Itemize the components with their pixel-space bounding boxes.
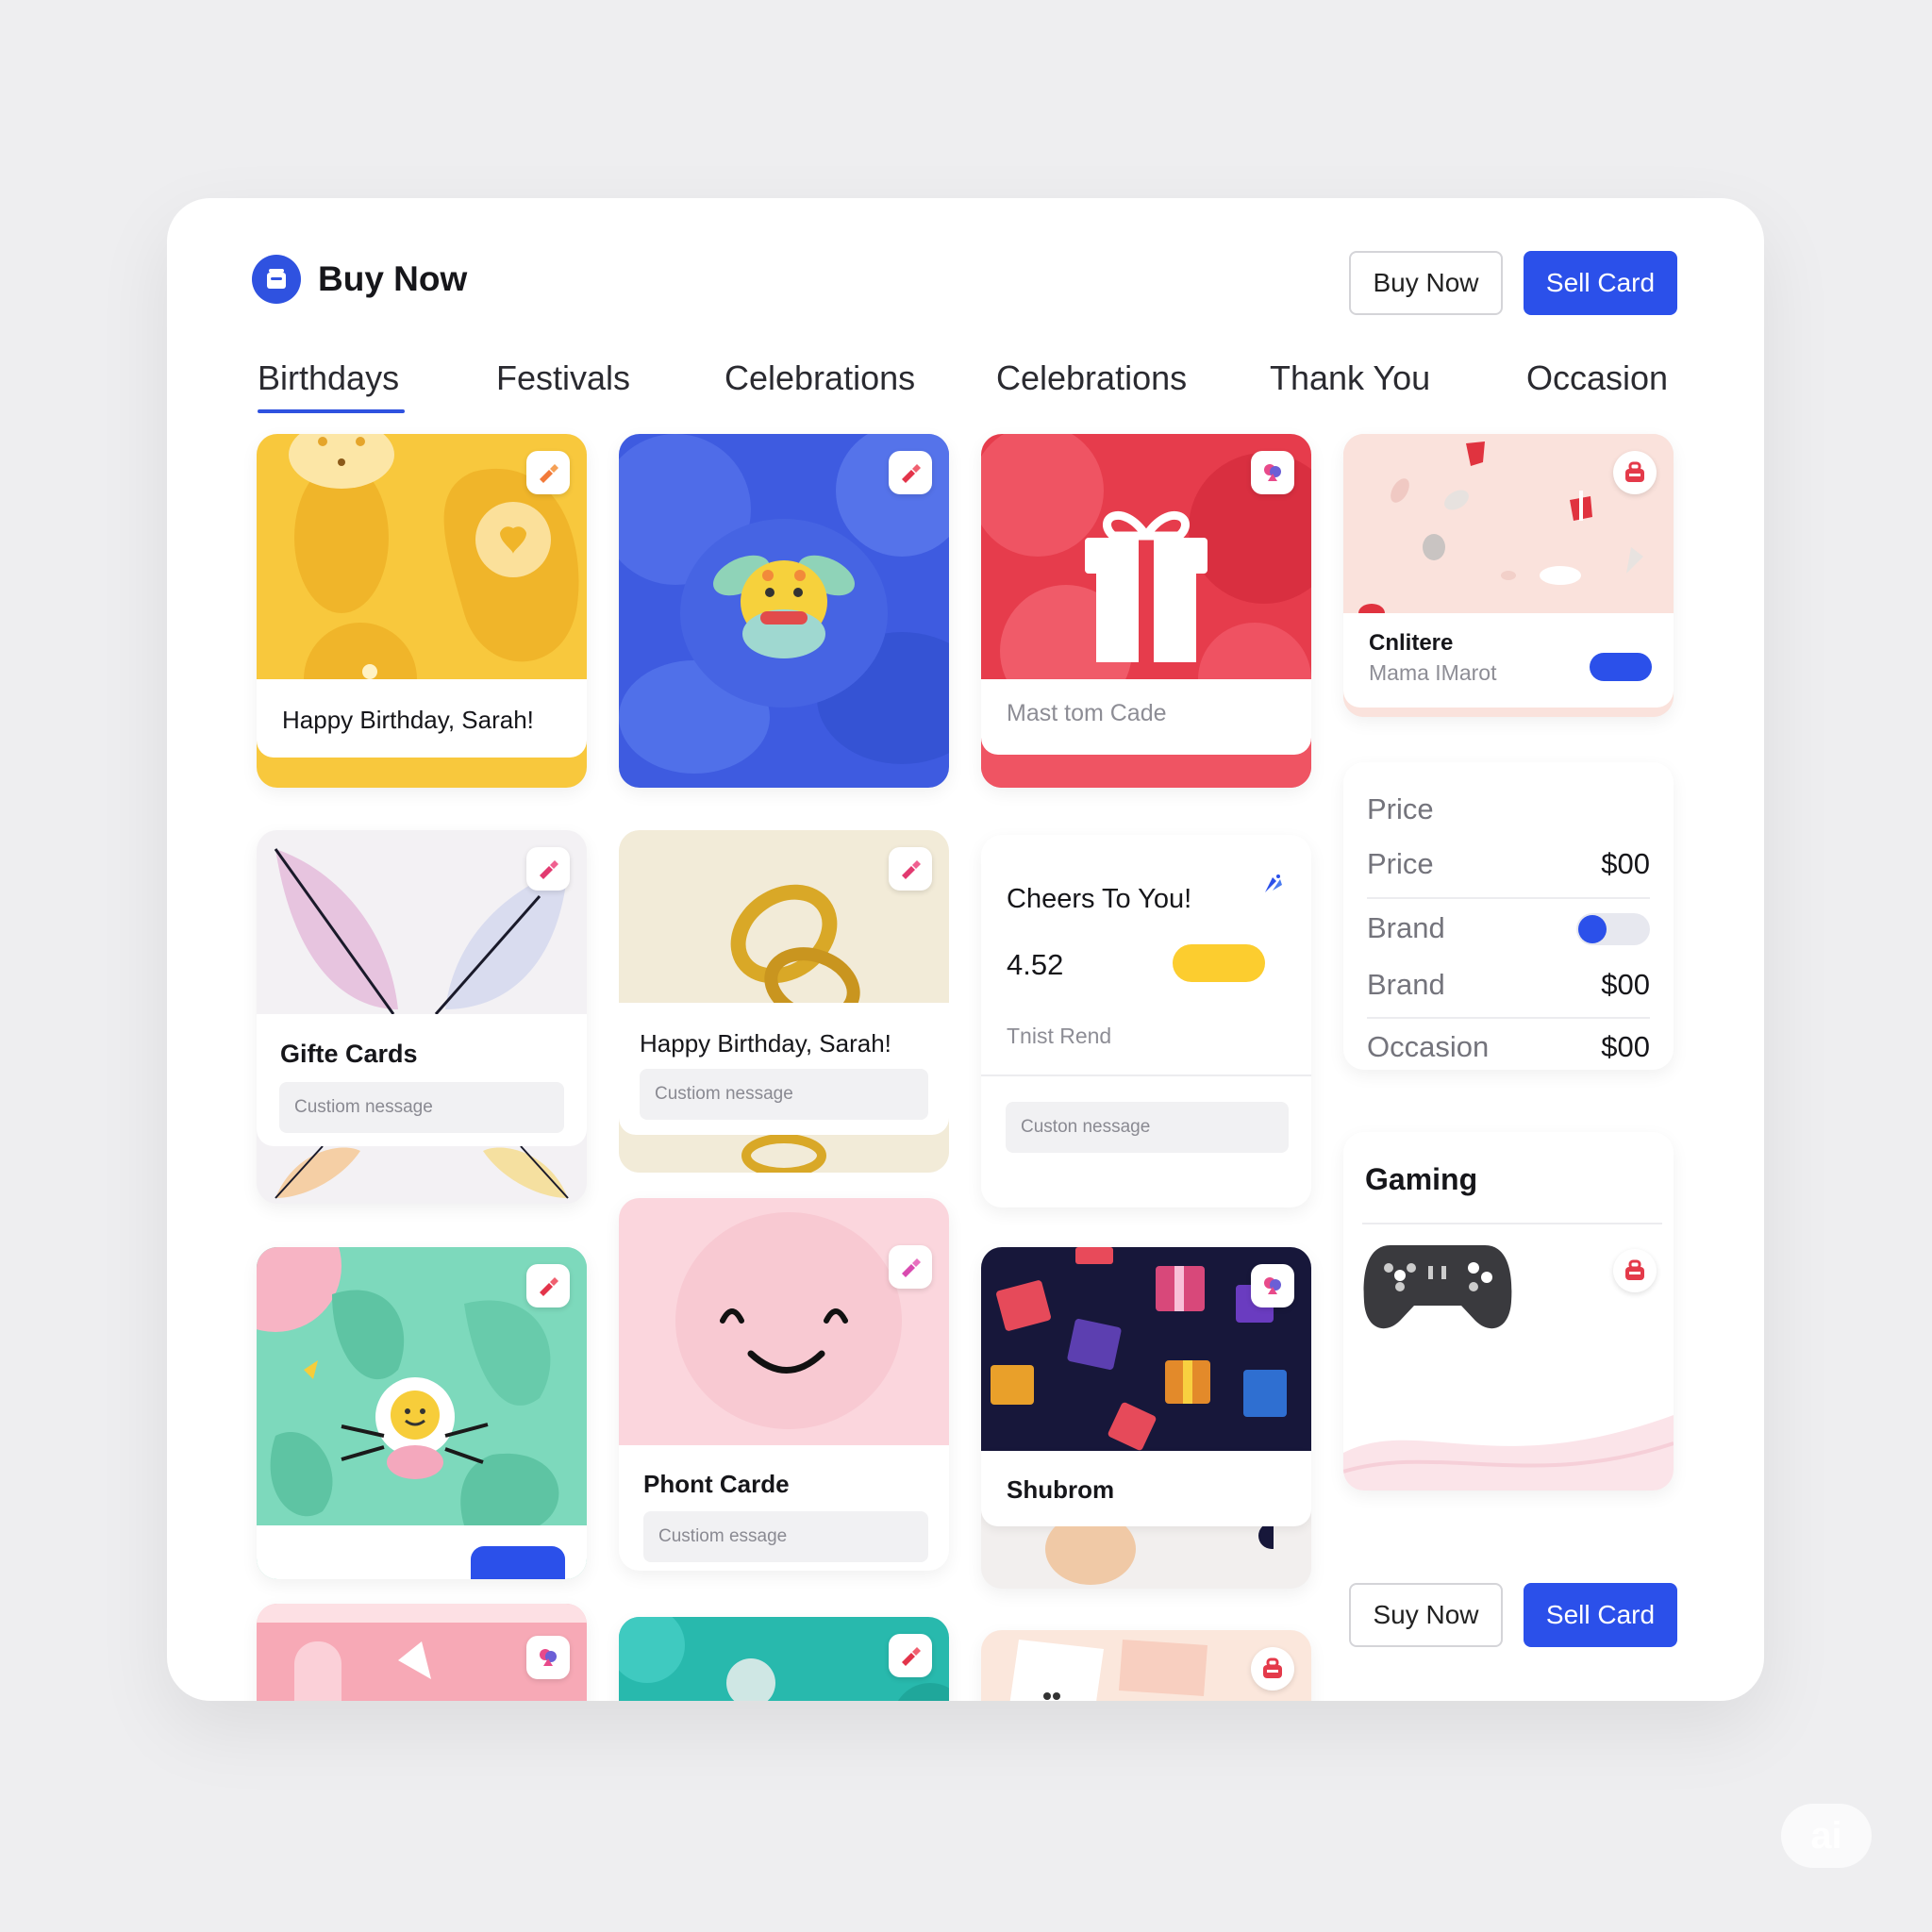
tab-celebrations[interactable]: Celebrations: [724, 358, 915, 398]
divider: [1367, 897, 1650, 899]
divider: [1367, 1017, 1650, 1019]
custom-message-input[interactable]: [279, 1082, 564, 1133]
main-panel: Buy Now Buy Now Sell Card Birthdays Fest…: [167, 198, 1764, 1701]
divider: [1362, 1223, 1662, 1224]
bouquet-icon[interactable]: [1251, 451, 1294, 494]
smile-illustration: [619, 1198, 949, 1445]
card-info: Cnlitere Mama IMarot: [1343, 613, 1674, 708]
gift-pattern-card[interactable]: Shubrom: [981, 1247, 1311, 1589]
brand-toggle[interactable]: [1576, 913, 1650, 945]
card-title: Gaming: [1365, 1162, 1478, 1196]
card-subtitle: Mast tom Cade: [1007, 700, 1167, 726]
brand[interactable]: Buy Now: [252, 255, 467, 304]
card-info: [257, 1525, 587, 1579]
bouquet-icon[interactable]: [1251, 1264, 1294, 1307]
brush-icon[interactable]: [526, 1264, 570, 1307]
summary-value: $00: [1601, 847, 1650, 880]
card-title: Cnlitere: [1369, 630, 1454, 656]
custom-message-input[interactable]: [643, 1511, 928, 1562]
summary-label: Price: [1367, 847, 1434, 880]
green-friend-card[interactable]: [257, 1247, 587, 1579]
pink-confetti-card[interactable]: Cnlitere Mama IMarot: [1343, 434, 1674, 717]
card-subtitle: Tnist Rend: [1007, 1024, 1112, 1048]
shop-bag-icon: [252, 255, 301, 304]
tab-thank-you[interactable]: Thank You: [1270, 358, 1430, 398]
blue-character-card[interactable]: [619, 434, 949, 788]
tab-festivals[interactable]: Festivals: [496, 358, 630, 398]
rating-value: 4.52: [1007, 948, 1064, 981]
confetti-icon[interactable]: [1251, 863, 1294, 907]
brush-icon[interactable]: [526, 847, 570, 891]
red-gift-card[interactable]: Mast tom Cade: [981, 434, 1311, 788]
summary-label: Brand: [1367, 911, 1445, 944]
summary-value: $00: [1601, 1030, 1650, 1063]
teal-card-partial[interactable]: [619, 1617, 949, 1701]
gift-box-icon[interactable]: [1613, 1249, 1657, 1292]
smile-card[interactable]: Phont Carde: [619, 1198, 949, 1571]
card-title: Phont Carde: [643, 1470, 790, 1498]
tab-occasion[interactable]: Occasion: [1526, 358, 1668, 398]
feather-card[interactable]: Gifte Cards: [257, 830, 587, 1204]
select-pill[interactable]: [1590, 653, 1652, 681]
brush-icon[interactable]: [889, 847, 932, 891]
gift-box-icon[interactable]: [1251, 1647, 1294, 1690]
divider: [981, 1074, 1311, 1076]
pink-card-partial[interactable]: [257, 1604, 587, 1701]
tab-celebrations-2[interactable]: Celebrations: [996, 358, 1187, 398]
card-title: Shubrom: [1007, 1475, 1115, 1504]
peach-card-partial[interactable]: [981, 1630, 1311, 1701]
peek-illustration: [1045, 1526, 1274, 1585]
gamepad-icon: [1363, 1245, 1512, 1329]
toggle-knob: [1578, 915, 1607, 943]
card-info: Gifte Cards: [257, 1014, 587, 1146]
sell-card-button[interactable]: Sell Card: [1524, 251, 1677, 315]
card-info: Mast tom Cade: [981, 679, 1311, 755]
brand-title: Buy Now: [318, 259, 468, 298]
select-pill[interactable]: [471, 1546, 565, 1579]
summary-label: Brand: [1367, 968, 1445, 1001]
wave-decoration: [1343, 1415, 1674, 1491]
card-title: Cheers To You!: [1007, 884, 1192, 914]
card-title: Happy Birthday, Sarah!: [640, 1029, 891, 1058]
custom-message-input[interactable]: [640, 1069, 928, 1120]
bouquet-icon[interactable]: [526, 1636, 570, 1679]
summary-value: $00: [1601, 968, 1650, 1001]
summary-label: Occasion: [1367, 1030, 1490, 1063]
price-summary-card: Price Price $00 Brand Brand $00 Occasion…: [1343, 762, 1674, 1070]
gift-box-icon[interactable]: [1613, 451, 1657, 494]
card-title: Happy Birthday, Sarah!: [282, 706, 534, 734]
brush-icon[interactable]: [526, 451, 570, 494]
card-info: Shubrom: [981, 1451, 1311, 1526]
cheers-card[interactable]: Cheers To You! 4.52 Tnist Rend: [981, 835, 1311, 1208]
brush-icon[interactable]: [889, 1634, 932, 1677]
gaming-card[interactable]: Gaming: [1343, 1132, 1674, 1491]
brush-icon[interactable]: [889, 1245, 932, 1289]
watermark-badge: ai: [1781, 1804, 1872, 1868]
buy-now-button[interactable]: Buy Now: [1349, 251, 1503, 315]
card-info: Happy Birthday, Sarah!: [619, 1003, 949, 1135]
custom-message-input[interactable]: [1006, 1102, 1289, 1153]
summary-heading: Price: [1367, 792, 1434, 825]
sell-card-button-footer[interactable]: Sell Card: [1524, 1583, 1677, 1647]
brush-icon[interactable]: [889, 451, 932, 494]
card-title: Gifte Cards: [280, 1040, 418, 1068]
active-tab-indicator: [258, 409, 405, 413]
gold-rings-image: Happy Birthday, Sarah!: [619, 830, 949, 1173]
birthday-card[interactable]: Happy Birthday, Sarah!: [257, 434, 587, 788]
buy-now-button-footer[interactable]: Suy Now: [1349, 1583, 1503, 1647]
yellow-pill[interactable]: [1173, 944, 1265, 982]
card-info: Happy Birthday, Sarah!: [257, 679, 587, 758]
tab-birthdays[interactable]: Birthdays: [258, 358, 399, 398]
card-subtitle: Mama IMarot: [1369, 660, 1497, 685]
